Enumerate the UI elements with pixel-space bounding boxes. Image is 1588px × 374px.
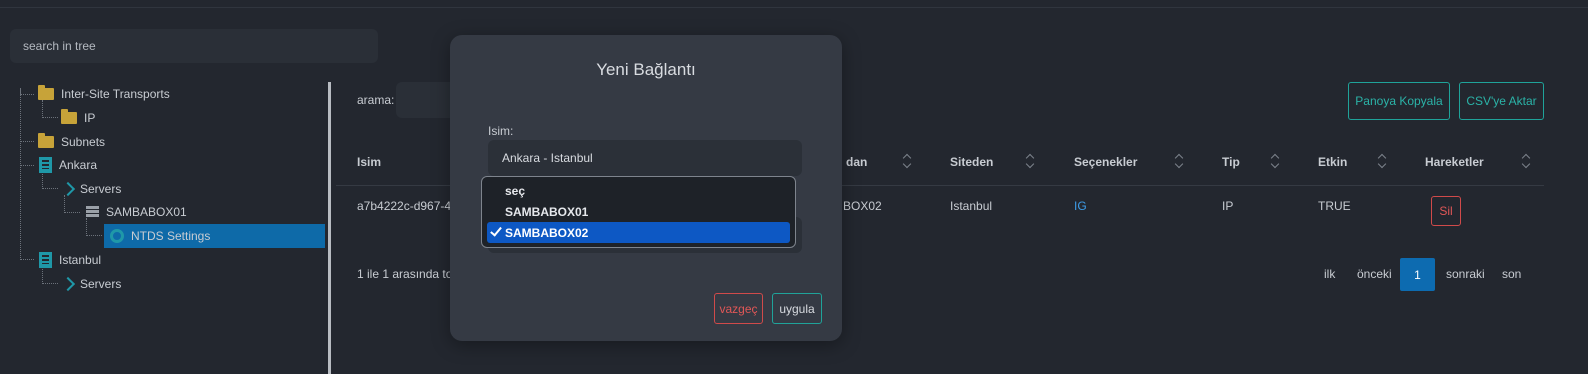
sort-icon[interactable] xyxy=(1026,154,1034,168)
tree-node-istanbul[interactable]: Istanbul xyxy=(39,248,101,272)
tree-node-label: Istanbul xyxy=(59,253,102,267)
gear-icon xyxy=(110,229,124,243)
tree-node-label: IP xyxy=(84,111,96,125)
tree-node-inter-site-transports[interactable]: Inter-Site Transports xyxy=(38,82,170,106)
tree-node-label: NTDS Settings xyxy=(131,229,211,243)
column-header-name[interactable]: Isim xyxy=(357,155,381,169)
tree-node-label: SAMBABOX01 xyxy=(106,205,187,219)
column-header-from-site[interactable]: dan xyxy=(846,155,867,169)
apply-button[interactable]: uygula xyxy=(772,293,822,324)
tree-node-label: Servers xyxy=(80,182,122,196)
sort-icon[interactable] xyxy=(1378,154,1386,168)
cell-enabled: TRUE xyxy=(1318,199,1351,213)
copy-to-clipboard-button[interactable]: Panoya Kopyala xyxy=(1348,82,1450,120)
column-header-actions[interactable]: Hareketler xyxy=(1425,155,1484,169)
column-header-siteden[interactable]: Siteden xyxy=(950,155,993,169)
tree-node-ankara-servers[interactable]: Servers xyxy=(60,177,122,201)
sort-icon[interactable] xyxy=(1271,154,1279,168)
dropdown-option-sambabox01[interactable]: SAMBABOX01 xyxy=(487,201,790,222)
tree-connector xyxy=(20,88,34,260)
tree-node-label: Servers xyxy=(80,277,122,291)
cell-siteden: Istanbul xyxy=(950,199,993,213)
table-search-label: arama: xyxy=(357,93,395,107)
cell-name: a7b4222c-d967-4 xyxy=(357,199,452,213)
pagination-next[interactable]: sonraki xyxy=(1446,267,1485,281)
tree-node-ntds-settings[interactable]: NTDS Settings xyxy=(104,224,325,248)
pagination-previous[interactable]: önceki xyxy=(1357,267,1392,281)
delete-button[interactable]: Sil xyxy=(1431,196,1461,226)
tree-search-input[interactable]: search in tree xyxy=(10,29,378,63)
dropdown-option-select[interactable]: seç xyxy=(487,180,790,201)
tree-node-subnets[interactable]: Subnets xyxy=(38,130,105,154)
pagination-last[interactable]: son xyxy=(1502,267,1521,281)
tree-node-label: Subnets xyxy=(61,135,106,149)
column-header-enabled[interactable]: Etkin xyxy=(1318,155,1347,169)
export-csv-button[interactable]: CSV'ye Aktar xyxy=(1459,82,1544,120)
pagination-first[interactable]: ilk xyxy=(1324,267,1335,281)
sort-icon[interactable] xyxy=(1175,154,1183,168)
tree-node-ip[interactable]: IP xyxy=(61,106,95,130)
checkmark-icon xyxy=(490,224,502,237)
chevron-right-icon xyxy=(60,276,76,292)
server-dropdown-list: seç SAMBABOX01 SAMBABOX02 xyxy=(481,176,796,248)
site-tree: Inter-Site Transports IP Subnets Ankara … xyxy=(0,82,332,374)
table-info-text: 1 ile 1 arasında to xyxy=(357,267,453,281)
server-icon xyxy=(86,206,99,218)
top-divider xyxy=(0,7,1588,8)
tree-scrollbar[interactable] xyxy=(328,82,331,374)
column-header-options[interactable]: Seçenekler xyxy=(1074,155,1137,169)
dialog-title: Yeni Bağlantı xyxy=(596,60,696,79)
cell-type: IP xyxy=(1222,199,1234,213)
tree-node-sambabox01[interactable]: SAMBABOX01 xyxy=(86,200,187,224)
pagination-current-page[interactable]: 1 xyxy=(1400,258,1435,291)
tree-node-istanbul-servers[interactable]: Servers xyxy=(60,272,122,296)
column-header-type[interactable]: Tip xyxy=(1222,155,1240,169)
building-icon xyxy=(39,252,52,268)
folder-icon xyxy=(38,85,54,100)
dropdown-option-label: SAMBABOX02 xyxy=(505,225,589,240)
tree-node-ankara[interactable]: Ankara xyxy=(39,153,97,177)
name-field-label: Isim: xyxy=(488,124,514,138)
building-icon xyxy=(39,157,52,173)
cell-from-site: BOX02 xyxy=(843,199,882,213)
cancel-button[interactable]: vazgeç xyxy=(714,293,763,324)
folder-icon xyxy=(38,133,54,148)
folder-icon xyxy=(61,109,77,124)
sort-icon[interactable] xyxy=(903,154,911,168)
chevron-right-icon xyxy=(60,181,76,197)
cell-options-link[interactable]: IG xyxy=(1074,199,1087,213)
dropdown-option-sambabox02[interactable]: SAMBABOX02 xyxy=(487,222,790,243)
name-input[interactable]: Ankara - Istanbul xyxy=(488,140,802,176)
tree-node-label: Ankara xyxy=(59,158,98,172)
tree-node-label: Inter-Site Transports xyxy=(61,87,170,101)
sort-icon[interactable] xyxy=(1522,154,1530,168)
